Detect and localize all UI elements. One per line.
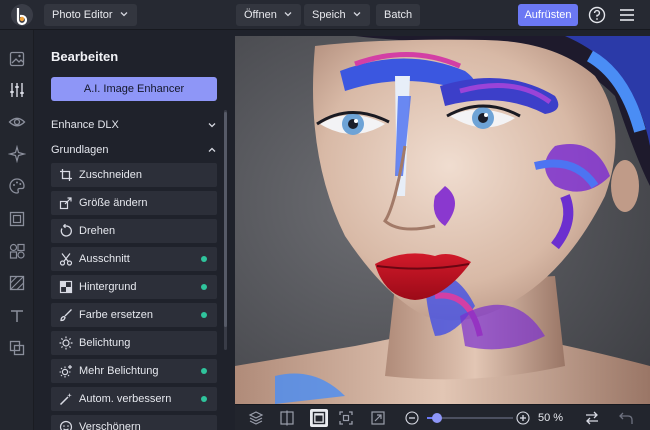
actual-size-icon[interactable] bbox=[337, 409, 355, 427]
tool-label: Autom. verbessern bbox=[79, 393, 172, 405]
ai-image-enhancer-button[interactable]: A.I. Image Enhancer bbox=[51, 77, 217, 101]
save-label: Speich bbox=[312, 9, 346, 21]
help-icon[interactable] bbox=[587, 5, 607, 25]
zoom-value: 50 % bbox=[538, 412, 564, 424]
chevron-down-icon bbox=[353, 12, 361, 17]
tool-background[interactable]: Hintergrund bbox=[51, 275, 217, 299]
section-label: Enhance DLX bbox=[51, 119, 119, 131]
tool-label: Farbe ersetzen bbox=[79, 309, 153, 321]
export-icon[interactable] bbox=[369, 409, 387, 427]
tool-label: Hintergrund bbox=[79, 281, 137, 293]
tool-label: Belichtung bbox=[79, 337, 131, 349]
palette-icon[interactable] bbox=[5, 174, 29, 198]
sparkles-icon[interactable] bbox=[5, 142, 29, 166]
background-icon bbox=[59, 280, 73, 294]
tool-label: Verschönern bbox=[79, 421, 141, 430]
section-grundlagen[interactable]: Grundlagen bbox=[51, 141, 217, 159]
edit-panel: Bearbeiten A.I. Image Enhancer Enhance D… bbox=[34, 30, 235, 430]
tool-more-exposure[interactable]: Mehr Belichtung bbox=[51, 359, 217, 383]
zoom-slider-thumb[interactable] bbox=[432, 413, 443, 423]
overlay-icon[interactable] bbox=[5, 336, 29, 360]
open-menu-button[interactable]: Öffnen bbox=[236, 4, 301, 26]
tool-label: Ausschnitt bbox=[79, 253, 130, 265]
sun-plus-icon bbox=[59, 365, 72, 378]
text-icon[interactable] bbox=[5, 304, 29, 328]
plus-icon[interactable] bbox=[514, 409, 532, 427]
panel-title: Bearbeiten bbox=[51, 49, 119, 64]
portrait-photo bbox=[235, 36, 650, 404]
eye-icon[interactable] bbox=[5, 110, 29, 134]
compare-icon[interactable] bbox=[278, 409, 296, 427]
undo-icon[interactable] bbox=[617, 409, 635, 427]
tool-label: Größe ändern bbox=[79, 197, 148, 209]
texture-icon[interactable] bbox=[5, 271, 29, 295]
new-badge-dot bbox=[201, 256, 207, 262]
hamburger-menu-icon[interactable] bbox=[617, 6, 637, 24]
chevron-up-icon bbox=[208, 147, 216, 152]
top-bar: Photo Editor Öffnen Speich Batch Aufrüst… bbox=[0, 0, 650, 30]
resize-icon bbox=[59, 197, 72, 210]
new-badge-dot bbox=[201, 368, 207, 374]
minus-icon[interactable] bbox=[403, 409, 421, 427]
tool-rotate[interactable]: Drehen bbox=[51, 219, 217, 243]
new-badge-dot bbox=[201, 396, 207, 402]
app-logo-icon[interactable] bbox=[11, 4, 33, 26]
image-icon[interactable] bbox=[5, 47, 29, 71]
sun-icon bbox=[59, 336, 73, 350]
shapes-icon[interactable] bbox=[5, 239, 29, 263]
new-badge-dot bbox=[201, 284, 207, 290]
photo-canvas[interactable] bbox=[235, 36, 650, 404]
chevron-down-icon bbox=[208, 123, 216, 128]
batch-label: Batch bbox=[384, 9, 413, 21]
layers-icon[interactable] bbox=[247, 409, 265, 427]
frame-icon[interactable] bbox=[5, 207, 29, 231]
chevron-down-icon bbox=[284, 12, 292, 17]
tool-category-rail bbox=[0, 30, 34, 430]
tool-exposure[interactable]: Belichtung bbox=[51, 331, 217, 355]
tool-replace-color[interactable]: Farbe ersetzen bbox=[51, 303, 217, 327]
scissors-icon bbox=[59, 253, 73, 266]
adjust-sliders-icon[interactable] bbox=[5, 78, 29, 102]
photo-editor-menu[interactable]: Photo Editor bbox=[44, 4, 137, 26]
new-badge-dot bbox=[201, 312, 207, 318]
photo-editor-label: Photo Editor bbox=[52, 9, 113, 21]
section-label: Grundlagen bbox=[51, 144, 109, 156]
fit-icon[interactable] bbox=[310, 409, 328, 427]
tool-crop[interactable]: Zuschneiden bbox=[51, 163, 217, 187]
save-menu-button[interactable]: Speich bbox=[304, 4, 370, 26]
tool-cutout[interactable]: Ausschnitt bbox=[51, 247, 217, 271]
tool-label: Zuschneiden bbox=[79, 169, 142, 181]
rotate-icon bbox=[60, 224, 72, 237]
swap-arrows-icon[interactable] bbox=[583, 409, 601, 427]
chevron-down-icon bbox=[120, 12, 128, 17]
tool-resize[interactable]: Größe ändern bbox=[51, 191, 217, 215]
canvas-bottom-bar: 50 % bbox=[235, 404, 650, 430]
upgrade-button[interactable]: Aufrüsten bbox=[518, 4, 578, 26]
panel-scrollbar-thumb[interactable] bbox=[224, 112, 227, 327]
batch-button[interactable]: Batch bbox=[376, 4, 421, 26]
crop-icon bbox=[60, 169, 72, 181]
tool-auto-enhance[interactable]: Autom. verbessern bbox=[51, 387, 217, 411]
tool-label: Drehen bbox=[79, 225, 116, 237]
tool-label: Mehr Belichtung bbox=[79, 365, 159, 377]
tool-beautify[interactable]: Verschönern bbox=[51, 415, 217, 430]
magic-wand-icon bbox=[59, 393, 72, 406]
section-enhance-dlx[interactable]: Enhance DLX bbox=[51, 116, 217, 134]
face-icon bbox=[59, 420, 73, 430]
open-label: Öffnen bbox=[244, 9, 277, 21]
brush-icon bbox=[60, 309, 72, 322]
